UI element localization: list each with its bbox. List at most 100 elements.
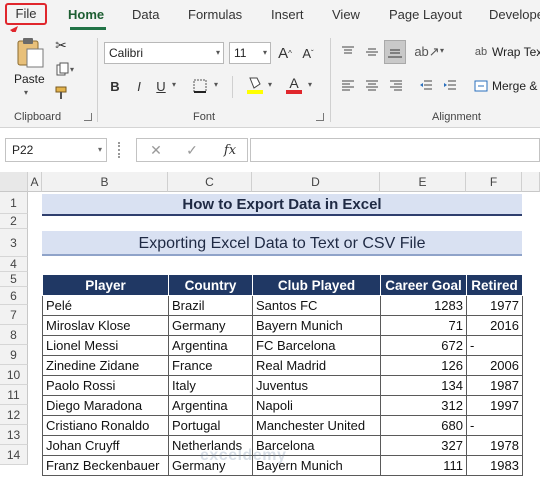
table-cell[interactable]: 71 bbox=[380, 315, 467, 336]
table-cell[interactable]: Napoli bbox=[252, 395, 381, 416]
table-cell[interactable]: 1983 bbox=[466, 455, 523, 476]
cancel-icon[interactable]: ✕ bbox=[147, 141, 165, 159]
cut-icon[interactable]: ✂ bbox=[52, 36, 70, 54]
font-name-select[interactable]: Calibri ▾ bbox=[104, 42, 224, 64]
top-align-icon[interactable] bbox=[338, 42, 358, 62]
paste-label[interactable]: Paste bbox=[14, 72, 45, 86]
tab-home[interactable]: Home bbox=[68, 7, 104, 22]
select-all-corner[interactable] bbox=[0, 172, 28, 192]
name-box[interactable]: P22 ▾ bbox=[5, 138, 107, 162]
align-right-icon[interactable] bbox=[386, 76, 406, 96]
table-cell[interactable]: Argentina bbox=[168, 395, 253, 416]
column-header[interactable]: D bbox=[252, 172, 380, 192]
decrease-indent-icon[interactable] bbox=[416, 76, 436, 96]
table-cell[interactable]: 1997 bbox=[466, 395, 523, 416]
insert-function-button[interactable]: fx bbox=[219, 141, 241, 159]
row-header[interactable]: 7 bbox=[0, 305, 28, 325]
column-header[interactable] bbox=[522, 172, 540, 192]
table-cell[interactable]: - bbox=[466, 415, 523, 436]
table-cell[interactable]: - bbox=[466, 335, 523, 356]
row-header[interactable]: 14 bbox=[0, 445, 28, 465]
table-cell[interactable]: 1977 bbox=[466, 295, 523, 316]
table-cell[interactable]: Argentina bbox=[168, 335, 253, 356]
grow-font-icon[interactable]: A ^ bbox=[276, 42, 294, 64]
formula-bar-grip-icon[interactable] bbox=[118, 142, 122, 158]
font-launcher-icon[interactable] bbox=[316, 113, 324, 121]
middle-align-icon[interactable] bbox=[362, 42, 382, 62]
bold-button[interactable]: B bbox=[106, 76, 124, 96]
tab-developer[interactable]: Develope bbox=[489, 7, 540, 22]
table-cell[interactable]: 126 bbox=[380, 355, 467, 376]
paste-icon[interactable] bbox=[14, 36, 46, 70]
column-header[interactable]: E bbox=[380, 172, 466, 192]
table-cell[interactable]: 1978 bbox=[466, 435, 523, 456]
column-header[interactable]: F bbox=[466, 172, 522, 192]
merge-center-button[interactable]: Merge & bbox=[492, 79, 537, 93]
row-header[interactable]: 1 bbox=[0, 192, 28, 214]
table-header-cell[interactable]: Player bbox=[42, 274, 169, 296]
align-center-icon[interactable] bbox=[362, 76, 382, 96]
column-header[interactable]: C bbox=[168, 172, 252, 192]
increase-indent-icon[interactable] bbox=[440, 76, 460, 96]
table-cell[interactable]: 327 bbox=[380, 435, 467, 456]
table-cell[interactable]: 2006 bbox=[466, 355, 523, 376]
row-header[interactable]: 6 bbox=[0, 287, 28, 305]
copy-icon[interactable]: ▾ bbox=[52, 60, 78, 78]
paste-dropdown-icon[interactable]: ▾ bbox=[24, 88, 28, 97]
row-header[interactable]: 8 bbox=[0, 325, 28, 345]
table-header-cell[interactable]: Career Goal bbox=[380, 274, 467, 296]
clipboard-launcher-icon[interactable] bbox=[84, 113, 92, 121]
orientation-icon[interactable]: ab↗ bbox=[414, 42, 439, 62]
row-header[interactable]: 9 bbox=[0, 345, 28, 365]
tab-insert[interactable]: Insert bbox=[271, 7, 304, 22]
table-cell[interactable]: Real Madrid bbox=[252, 355, 381, 376]
row-header[interactable]: 12 bbox=[0, 405, 28, 425]
table-cell[interactable]: 680 bbox=[380, 415, 467, 436]
table-cell[interactable]: Bayern Munich bbox=[252, 315, 381, 336]
table-cell[interactable]: 312 bbox=[380, 395, 467, 416]
table-cell[interactable]: 134 bbox=[380, 375, 467, 396]
italic-button[interactable]: I bbox=[130, 76, 148, 96]
table-cell[interactable]: Paolo Rossi bbox=[42, 375, 169, 396]
table-cell[interactable]: Santos FC bbox=[252, 295, 381, 316]
table-cell[interactable]: Brazil bbox=[168, 295, 253, 316]
table-cell[interactable]: FC Barcelona bbox=[252, 335, 381, 356]
align-left-icon[interactable] bbox=[338, 76, 358, 96]
table-cell[interactable]: Franz Beckenbauer bbox=[42, 455, 169, 476]
tab-page-layout[interactable]: Page Layout bbox=[389, 7, 462, 22]
table-cell[interactable]: 1283 bbox=[380, 295, 467, 316]
table-cell[interactable]: Manchester United bbox=[252, 415, 381, 436]
enter-icon[interactable]: ✓ bbox=[183, 141, 201, 159]
table-cell[interactable]: Juventus bbox=[252, 375, 381, 396]
fill-color-icon[interactable] bbox=[244, 74, 266, 96]
column-header[interactable]: B bbox=[42, 172, 168, 192]
table-header-cell[interactable]: Country bbox=[168, 274, 253, 296]
table-header-cell[interactable]: Retired bbox=[466, 274, 523, 296]
table-cell[interactable]: Italy bbox=[168, 375, 253, 396]
table-cell[interactable]: 111 bbox=[380, 455, 467, 476]
row-header[interactable]: 4 bbox=[0, 257, 28, 272]
merge-center-icon[interactable] bbox=[472, 76, 490, 96]
row-header[interactable]: 2 bbox=[0, 214, 28, 229]
bottom-align-button[interactable] bbox=[384, 40, 406, 64]
borders-icon[interactable] bbox=[188, 76, 212, 96]
table-cell[interactable]: Cristiano Ronaldo bbox=[42, 415, 169, 436]
row-header[interactable]: 11 bbox=[0, 385, 28, 405]
font-color-dropdown-icon[interactable]: ▾ bbox=[308, 80, 312, 89]
table-cell[interactable]: France bbox=[168, 355, 253, 376]
table-cell[interactable]: 672 bbox=[380, 335, 467, 356]
font-size-select[interactable]: 11 ▾ bbox=[229, 42, 271, 64]
table-cell[interactable]: Portugal bbox=[168, 415, 253, 436]
sheet-title[interactable]: How to Export Data in Excel bbox=[42, 194, 522, 216]
row-header[interactable]: 3 bbox=[0, 229, 28, 257]
column-header[interactable]: A bbox=[28, 172, 42, 192]
table-cell[interactable]: Johan Cruyff bbox=[42, 435, 169, 456]
table-cell[interactable]: Diego Maradona bbox=[42, 395, 169, 416]
table-cell[interactable]: Lionel Messi bbox=[42, 335, 169, 356]
tab-formulas[interactable]: Formulas bbox=[188, 7, 242, 22]
underline-button[interactable]: U bbox=[152, 76, 170, 96]
fill-color-dropdown-icon[interactable]: ▾ bbox=[268, 80, 272, 89]
table-cell[interactable]: 2016 bbox=[466, 315, 523, 336]
shrink-font-icon[interactable]: Aˇ bbox=[299, 42, 317, 64]
table-cell[interactable]: Germany bbox=[168, 315, 253, 336]
